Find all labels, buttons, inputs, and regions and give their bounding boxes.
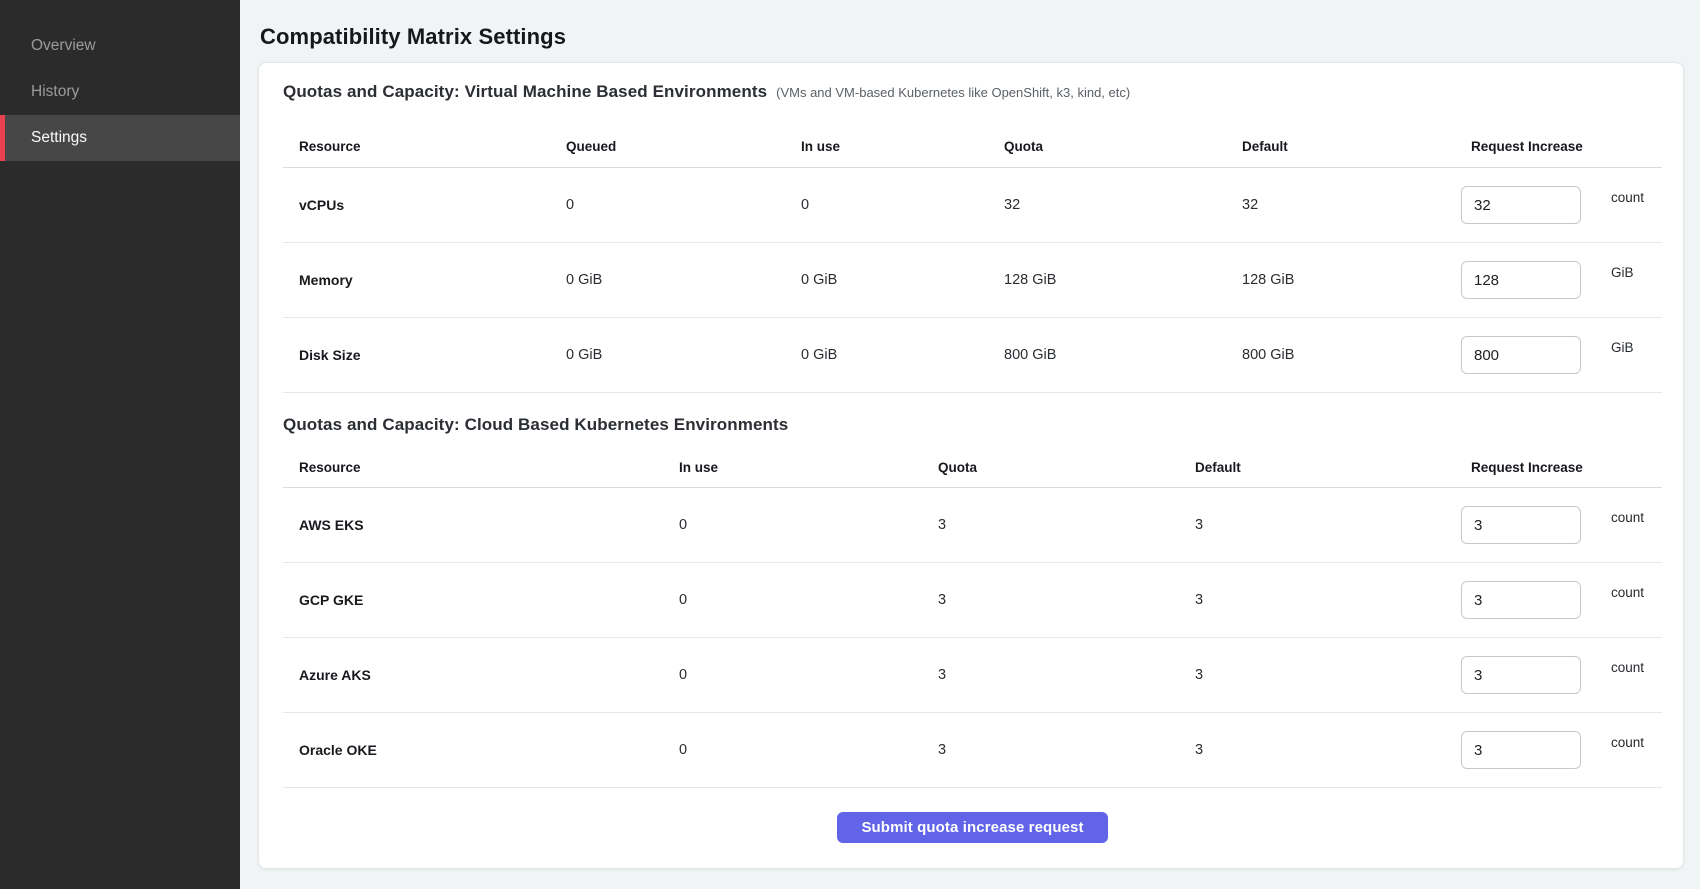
unit-label: GiB — [1611, 265, 1634, 280]
default-value: 3 — [1195, 667, 1471, 683]
unit-label: GiB — [1611, 340, 1634, 355]
cloud-table-row: GCP GKE 0 3 3 count — [283, 563, 1662, 638]
sidebar-item-label: Overview — [31, 37, 96, 55]
resource-label: GCP GKE — [283, 592, 679, 608]
cloud-section-header: Quotas and Capacity: Cloud Based Kuberne… — [283, 393, 1662, 439]
request-increase-input[interactable] — [1461, 656, 1581, 694]
default-value: 3 — [1195, 742, 1471, 758]
request-increase-input[interactable] — [1461, 186, 1581, 224]
resource-label: AWS EKS — [283, 517, 679, 533]
request-increase-cell: GiB — [1461, 261, 1662, 299]
column-header: Quota — [938, 460, 1195, 475]
quota-value: 3 — [938, 667, 1195, 683]
column-header: Default — [1242, 139, 1471, 154]
app-root: Overview History Settings Compatibility … — [0, 0, 1700, 889]
request-increase-input[interactable] — [1461, 261, 1581, 299]
sidebar: Overview History Settings — [0, 0, 240, 889]
quota-value: 3 — [938, 517, 1195, 533]
column-header: Request Increase — [1471, 460, 1662, 475]
in-use-value: 0 GiB — [801, 272, 1004, 288]
column-header: Resource — [283, 139, 566, 154]
in-use-value: 0 GiB — [801, 347, 1004, 363]
quota-value: 32 — [1004, 197, 1242, 213]
unit-label: count — [1611, 585, 1644, 600]
unit-label: count — [1611, 510, 1644, 525]
settings-card: Quotas and Capacity: Virtual Machine Bas… — [258, 62, 1684, 869]
unit-label: count — [1611, 190, 1644, 205]
in-use-value: 0 — [679, 592, 938, 608]
in-use-value: 0 — [801, 197, 1004, 213]
vm-section-title: Quotas and Capacity: Virtual Machine Bas… — [283, 82, 767, 102]
quota-value: 800 GiB — [1004, 347, 1242, 363]
page-title: Compatibility Matrix Settings — [260, 22, 1684, 51]
resource-label: Disk Size — [283, 347, 566, 363]
column-header: Quota — [1004, 139, 1242, 154]
vm-section-subtitle: (VMs and VM-based Kubernetes like OpenSh… — [776, 85, 1130, 100]
cloud-section-title: Quotas and Capacity: Cloud Based Kuberne… — [283, 415, 788, 435]
quota-value: 3 — [938, 742, 1195, 758]
request-increase-input[interactable] — [1461, 731, 1581, 769]
cloud-table-row: AWS EKS 0 3 3 count — [283, 488, 1662, 563]
unit-label: count — [1611, 660, 1644, 675]
cloud-table-row: Azure AKS 0 3 3 count — [283, 638, 1662, 713]
default-value: 800 GiB — [1242, 347, 1471, 363]
default-value: 128 GiB — [1242, 272, 1471, 288]
quota-value: 128 GiB — [1004, 272, 1242, 288]
vm-table-row: Memory 0 GiB 0 GiB 128 GiB 128 GiB GiB — [283, 243, 1662, 318]
column-header: Resource — [283, 460, 679, 475]
request-increase-input[interactable] — [1461, 581, 1581, 619]
request-increase-input[interactable] — [1461, 336, 1581, 374]
default-value: 3 — [1195, 517, 1471, 533]
in-use-value: 0 — [679, 667, 938, 683]
vm-table-header: Resource Queued In use Quota Default Req… — [283, 106, 1662, 168]
request-increase-cell: count — [1461, 731, 1662, 769]
resource-label: Azure AKS — [283, 667, 679, 683]
request-increase-input[interactable] — [1461, 506, 1581, 544]
sidebar-item[interactable]: Overview — [0, 23, 240, 69]
sidebar-item[interactable]: History — [0, 69, 240, 115]
default-value: 32 — [1242, 197, 1471, 213]
quota-value: 3 — [938, 592, 1195, 608]
vm-section-header: Quotas and Capacity: Virtual Machine Bas… — [283, 63, 1662, 106]
cloud-table-row: Oracle OKE 0 3 3 count — [283, 713, 1662, 788]
cloud-table-header: Resource In use Quota Default Request In… — [283, 439, 1662, 488]
in-use-value: 0 — [679, 517, 938, 533]
queued-value: 0 — [566, 197, 801, 213]
vm-table-body: vCPUs 0 0 32 32 count Memory 0 GiB — [283, 168, 1662, 393]
column-header: Default — [1195, 460, 1471, 475]
submit-quota-increase-button[interactable]: Submit quota increase request — [837, 812, 1107, 843]
column-header: Queued — [566, 139, 801, 154]
column-header: In use — [679, 460, 938, 475]
sidebar-item-label: Settings — [31, 129, 87, 147]
resource-label: Memory — [283, 272, 566, 288]
column-header: In use — [801, 139, 1004, 154]
resource-label: Oracle OKE — [283, 742, 679, 758]
card-footer: Submit quota increase request — [283, 788, 1662, 866]
request-increase-cell: count — [1461, 656, 1662, 694]
request-increase-cell: count — [1461, 581, 1662, 619]
unit-label: count — [1611, 735, 1644, 750]
request-increase-cell: count — [1461, 186, 1662, 224]
column-header: Request Increase — [1471, 139, 1662, 154]
resource-label: vCPUs — [283, 197, 566, 213]
main-content: Compatibility Matrix Settings Quotas and… — [240, 0, 1700, 889]
request-increase-cell: GiB — [1461, 336, 1662, 374]
queued-value: 0 GiB — [566, 347, 801, 363]
cloud-table-body: AWS EKS 0 3 3 count GCP GKE 0 3 — [283, 488, 1662, 788]
vm-table-row: vCPUs 0 0 32 32 count — [283, 168, 1662, 243]
request-increase-cell: count — [1461, 506, 1662, 544]
default-value: 3 — [1195, 592, 1471, 608]
vm-table-row: Disk Size 0 GiB 0 GiB 800 GiB 800 GiB Gi… — [283, 318, 1662, 393]
sidebar-item[interactable]: Settings — [0, 115, 240, 161]
sidebar-nav: Overview History Settings — [0, 23, 240, 161]
sidebar-item-label: History — [31, 83, 79, 101]
in-use-value: 0 — [679, 742, 938, 758]
queued-value: 0 GiB — [566, 272, 801, 288]
